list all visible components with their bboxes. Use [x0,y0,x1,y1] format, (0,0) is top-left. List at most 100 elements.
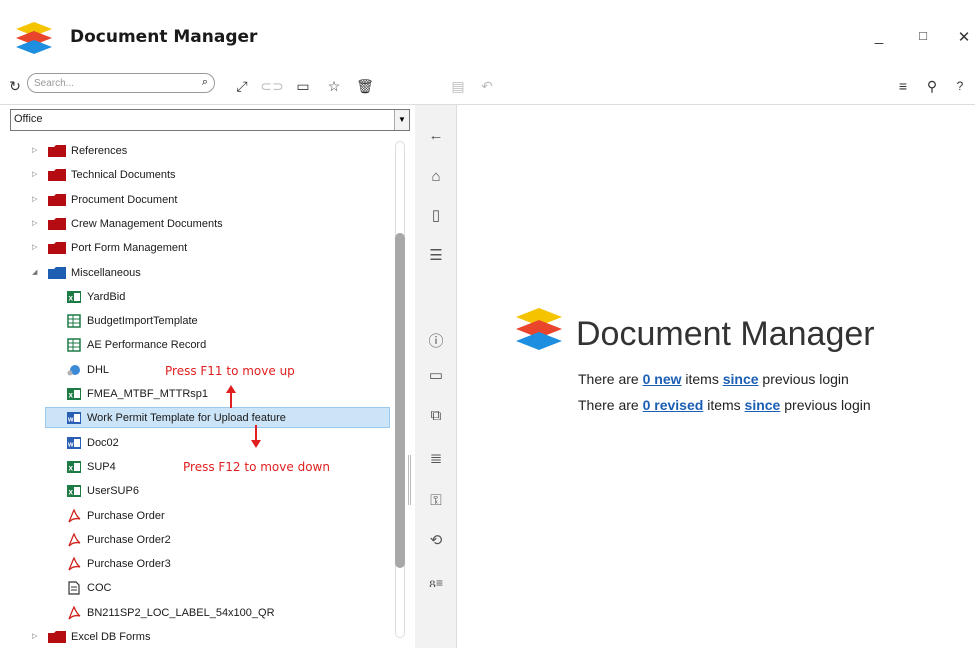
expand-icon[interactable]: ⤢ [232,76,252,96]
tree-file-item[interactable]: x FMEA_MTBF_MTTRsp1 [0,382,392,406]
tree-folder-item[interactable]: ◢ Miscellaneous [0,261,392,285]
tree-file-item[interactable]: BN211SP2_LOC_LABEL_54x100_QR [0,601,392,625]
svg-text:x: x [69,293,74,302]
new-items-link[interactable]: 0 new [643,371,682,387]
tree-folder-item[interactable]: ▷ Excel DB Forms [0,625,392,648]
new-since-link[interactable]: since [723,371,759,387]
folder-open-icon [48,266,66,279]
expand-triangle-icon[interactable]: ▷ [32,632,37,640]
tree-file-item[interactable]: Purchase Order3 [0,552,392,576]
undo-icon[interactable]: ↶ [477,76,497,96]
checklist-icon[interactable]: ☰ [425,245,447,267]
tree-item-label: DHL [87,363,110,376]
expand-triangle-icon[interactable]: ▷ [32,243,37,251]
svg-text:w: w [67,417,74,424]
folder-icon [48,193,66,206]
tree-item-label: BN211SP2_LOC_LABEL_54x100_QR [87,606,275,619]
copy-icon[interactable]: ⧉ [425,405,447,427]
tree-file-item[interactable]: AE Performance Record [0,333,392,357]
revised-since-link[interactable]: since [745,397,781,413]
folder-icon [48,169,66,182]
excel-file-icon: x [67,290,81,303]
revised-items-link[interactable]: 0 revised [643,397,704,413]
list-icon[interactable]: ≡ [893,76,913,96]
panel-splitter[interactable] [408,455,411,505]
expand-triangle-icon[interactable]: ▷ [32,195,37,203]
minimize-button[interactable]: _ [868,28,890,45]
word-file-icon: w [67,436,81,449]
collapse-triangle-icon[interactable]: ◢ [32,268,37,276]
tree-file-item[interactable]: Purchase Order2 [0,528,392,552]
side-icon-strip: ← ⌂ ▯ ☰ ⓘ ▭ ⧉ ≣ ⚿ ⟲ ጸ≡ [415,105,457,648]
refresh-icon[interactable]: ↻ [5,76,25,96]
library-dropdown-value: Office [14,113,43,125]
new-items-line: There are 0 new items since previous log… [578,371,849,387]
chevron-down-icon[interactable]: ▼ [394,110,409,130]
tree-item-label: Purchase Order3 [87,558,171,571]
tree-folder-item[interactable]: ▷ Port Form Management [0,236,392,260]
brand-title: Document Manager [576,315,875,353]
history-icon[interactable]: ⟲ [425,530,447,552]
comment-icon[interactable]: ▭ [293,76,313,96]
close-button[interactable]: ✕ [953,28,975,46]
library-dropdown[interactable]: Office ▼ [10,109,410,131]
tree-folder-item[interactable]: ▷ Technical Documents [0,163,392,187]
trash-icon[interactable]: 🗑 [355,76,375,96]
svg-text:w: w [67,441,74,448]
key-icon[interactable]: ⚿ [425,490,447,512]
revised-items-suffix: previous login [780,397,871,413]
pdf-file-icon [68,508,81,522]
move-down-annotation: Press F12 to move down [183,460,330,474]
tree-file-item[interactable]: BudgetImportTemplate [0,309,392,333]
list-view-icon[interactable]: ≣ [425,448,447,470]
home-icon[interactable]: ⌂ [425,166,447,188]
tree-file-item[interactable]: x UserSUP6 [0,479,392,503]
star-icon[interactable]: ☆ [324,76,344,96]
title-bar: Document Manager _ □ ✕ [0,10,975,66]
tree-scrollbar-thumb[interactable] [395,233,405,568]
globe-file-icon [67,364,80,376]
excel-file-icon: x [67,388,81,400]
pdf-file-icon [68,557,81,571]
help-icon[interactable]: ? [950,76,970,96]
tree-file-item[interactable]: w Work Permit Template for Upload feature [0,406,392,430]
revised-items-prefix: There are [578,397,643,413]
tree-item-label: SUP4 [87,460,116,473]
tree-item-label: Excel DB Forms [71,631,151,643]
expand-triangle-icon[interactable]: ▷ [32,170,37,178]
maximize-button[interactable]: □ [912,28,934,43]
move-up-annotation: Press F11 to move up [165,364,295,378]
tree-file-item[interactable]: COC [0,576,392,600]
spreadsheet-file-icon [67,338,81,353]
save-icon[interactable]: ▤ [448,76,468,96]
user-list-icon[interactable]: ጸ≡ [425,572,447,594]
excel-file-icon: x [67,485,81,498]
brand-logo-icon [516,308,562,350]
search-icon[interactable]: ⌕ [202,76,208,89]
document-tree: ▷ References ▷ Technical Documents ▷ Procumen… [0,135,395,648]
tree-folder-item[interactable]: ▷ Crew Management Documents [0,212,392,236]
revised-items-line: There are 0 revised items since previous… [578,397,871,413]
window-title: Document Manager [70,27,258,47]
archive-icon[interactable]: ▭ [425,365,447,387]
expand-triangle-icon[interactable]: ▷ [32,146,37,154]
search-input[interactable] [34,75,184,91]
info-icon[interactable]: ⓘ [425,331,447,353]
link-icon[interactable]: ⊂⊃ [260,76,283,96]
expand-triangle-icon[interactable]: ▷ [32,219,37,227]
tree-item-label: Purchase Order2 [87,533,171,546]
wrench-icon[interactable]: ⚲ [922,76,942,96]
tree-item-label: YardBid [87,290,126,303]
tree-folder-item[interactable]: ▷ Procument Document [0,188,392,212]
tree-file-item[interactable]: w Doc02 [0,431,392,455]
search-box[interactable]: ⌕ [27,73,215,93]
tree-file-item[interactable]: Purchase Order [0,504,392,528]
back-arrow-icon[interactable]: ← [425,125,447,147]
document-manager-window: Document Manager _ □ ✕ ↻ ⌕ ⤢ ⊂⊃ ▭ ☆ 🗑 ▤ … [0,0,975,648]
svg-text:x: x [69,488,74,497]
tree-file-item[interactable]: x YardBid [0,285,392,309]
tree-folder-item[interactable]: ▷ References [0,139,392,163]
up-arrow-icon [226,385,236,408]
app-logo-icon [16,22,52,54]
document-icon[interactable]: ▯ [425,205,447,227]
